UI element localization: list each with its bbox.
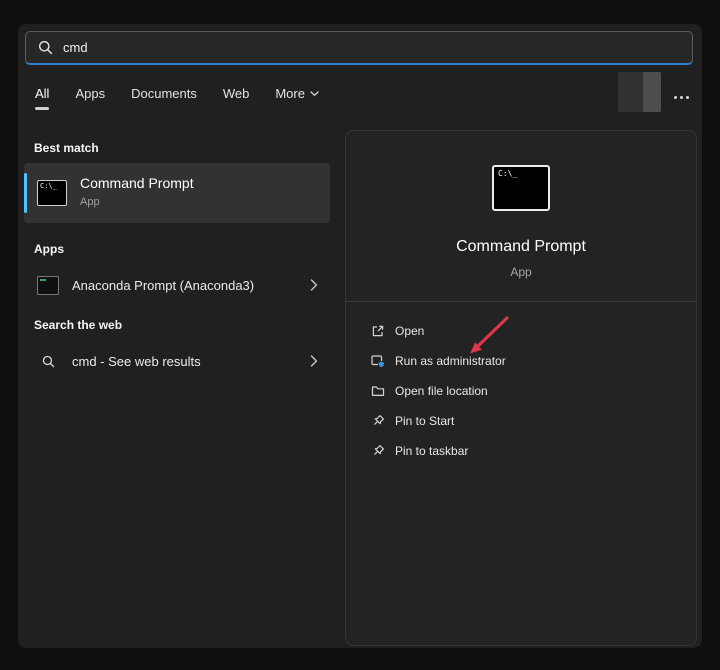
anaconda-prompt-icon: [36, 276, 60, 295]
action-label: Open file location: [395, 384, 488, 398]
apps-heading: Apps: [34, 242, 64, 256]
action-open[interactable]: Open: [346, 316, 696, 346]
action-open-file-location[interactable]: Open file location: [346, 376, 696, 406]
list-item-anaconda-prompt[interactable]: Anaconda Prompt (Anaconda3): [24, 266, 330, 304]
action-label: Run as administrator: [395, 354, 506, 368]
web-search-icon: [36, 355, 60, 368]
command-prompt-icon-large: C:\_: [492, 165, 550, 211]
search-bar[interactable]: [25, 31, 693, 65]
preview-subtitle: App: [346, 265, 696, 279]
action-pin-to-taskbar[interactable]: Pin to taskbar: [346, 436, 696, 466]
background-app-tile: [618, 72, 661, 112]
preview-title: Command Prompt: [346, 238, 696, 256]
best-match-result[interactable]: C:\_ Command Prompt App: [24, 163, 330, 223]
tab-web[interactable]: Web: [222, 82, 251, 112]
tab-all[interactable]: All: [34, 82, 50, 112]
action-label: Pin to taskbar: [395, 444, 468, 458]
ellipsis-icon: [674, 96, 689, 99]
list-item-label: cmd - See web results: [72, 354, 310, 369]
chevron-right-icon[interactable]: [310, 279, 318, 291]
best-match-subtitle: App: [80, 196, 100, 208]
tab-more-label: More: [275, 86, 305, 101]
pin-icon: [370, 414, 386, 428]
list-item-web-result[interactable]: cmd - See web results: [24, 342, 330, 380]
pin-icon: [370, 444, 386, 458]
list-item-label: Anaconda Prompt (Anaconda3): [72, 278, 310, 293]
result-preview-pane: C:\_ Command Prompt App Open: [345, 130, 697, 646]
open-in-window-icon: [370, 324, 386, 338]
command-prompt-icon: C:\_: [37, 180, 67, 206]
search-input[interactable]: [63, 40, 692, 55]
selection-indicator: [24, 173, 27, 213]
search-filter-tabs: All Apps Documents Web More: [34, 82, 320, 112]
chevron-right-icon[interactable]: [310, 355, 318, 367]
tab-documents[interactable]: Documents: [130, 82, 198, 112]
folder-icon: [370, 384, 386, 398]
action-list: Open Run as administrator: [346, 316, 696, 466]
search-icon: [38, 40, 53, 55]
action-label: Pin to Start: [395, 414, 454, 428]
action-run-as-administrator[interactable]: Run as administrator: [346, 346, 696, 376]
tab-apps[interactable]: Apps: [74, 82, 106, 112]
best-match-heading: Best match: [34, 141, 99, 155]
action-pin-to-start[interactable]: Pin to Start: [346, 406, 696, 436]
windows-search-flyout: All Apps Documents Web More Best match C: [0, 0, 720, 670]
more-options-button[interactable]: [664, 84, 698, 110]
divider: [346, 301, 696, 302]
search-panel: All Apps Documents Web More Best match C: [18, 24, 702, 648]
shield-window-icon: [370, 354, 386, 368]
action-label: Open: [395, 324, 424, 338]
chevron-down-icon: [310, 91, 319, 97]
best-match-title: Command Prompt: [80, 175, 194, 191]
tab-more[interactable]: More: [274, 82, 320, 112]
search-the-web-heading: Search the web: [34, 318, 122, 332]
